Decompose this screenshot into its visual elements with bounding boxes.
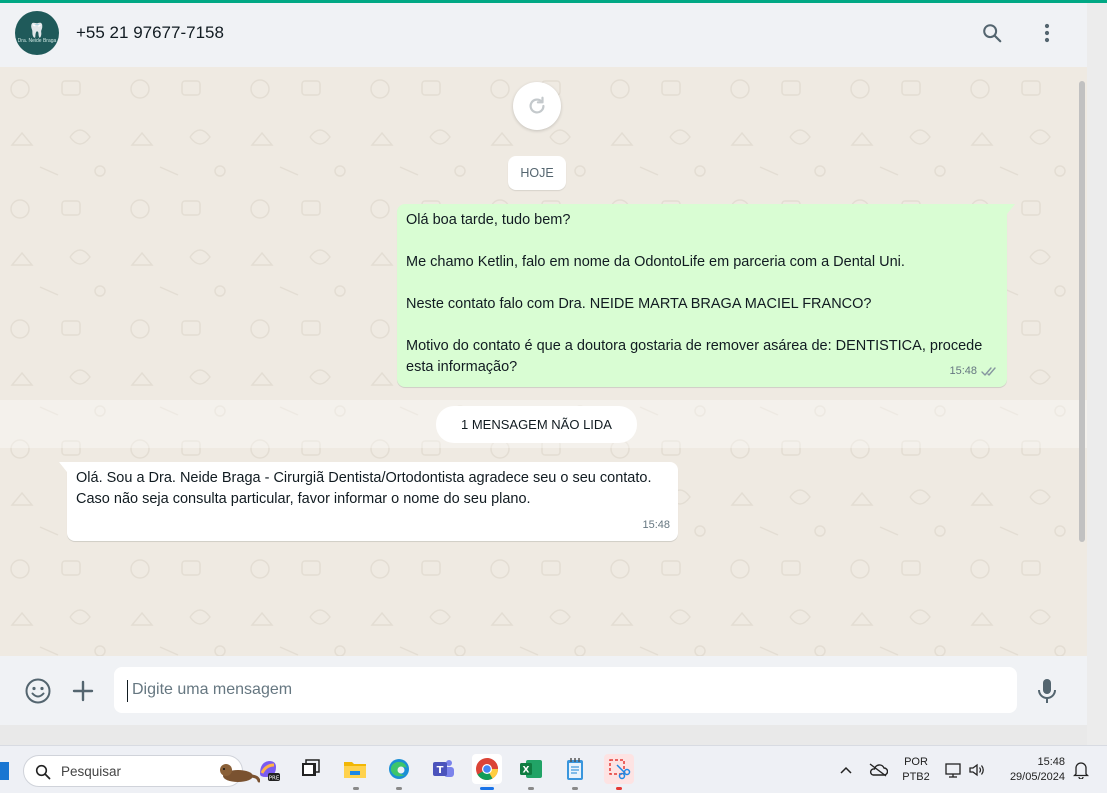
message-text: Caso não seja consulta particular, favor… (76, 491, 531, 507)
svg-text:X: X (523, 766, 530, 776)
taskbar-app-excel[interactable]: X (516, 754, 546, 784)
bubble-tail (1007, 204, 1015, 214)
svg-text:T: T (437, 765, 444, 776)
voice-message-button[interactable] (1032, 676, 1062, 706)
language-code: POR (904, 756, 928, 768)
taskbar-app-snipping-tool[interactable] (604, 754, 634, 784)
copilot-icon: PRE (260, 761, 280, 782)
window-edge (1087, 3, 1107, 745)
message-text: Neste contato falo com Dra. NEIDE MARTA … (406, 296, 872, 312)
onedrive-status[interactable] (866, 746, 890, 793)
folder-icon (344, 762, 366, 778)
message-meta: 15:48 (949, 361, 999, 382)
notifications-button[interactable] (1070, 746, 1092, 793)
app-active-indicator (480, 787, 494, 790)
refresh-icon (529, 96, 545, 114)
clock-time: 15:48 (1037, 756, 1065, 768)
bubble-tail (59, 462, 67, 472)
double-check-icon (981, 367, 996, 376)
emoji-button[interactable] (23, 676, 53, 706)
search-icon (983, 24, 1002, 43)
input-language[interactable]: POR PTB2 (897, 755, 935, 785)
message-composer (0, 656, 1087, 725)
network-status[interactable] (942, 746, 966, 793)
taskbar-app-teams[interactable]: T (428, 754, 458, 784)
microphone-icon (1038, 679, 1056, 703)
more-vertical-icon (1044, 23, 1050, 43)
app-running-indicator (528, 787, 534, 790)
taskbar-app-edge[interactable] (384, 754, 414, 784)
taskbar-search-label: Pesquisar (61, 764, 122, 779)
taskbar-app-file-explorer[interactable] (340, 754, 370, 784)
avatar[interactable]: 🦷 Dra. Neide Braga (15, 11, 59, 55)
app-running-indicator (353, 787, 359, 790)
chevron-up-icon (840, 766, 852, 774)
chrome-icon (476, 758, 498, 780)
app-running-indicator (616, 787, 622, 790)
message-text: Motivo do contato é que a doutora gostar… (406, 338, 983, 375)
attach-button[interactable] (68, 676, 98, 706)
message-text: Me chamo Ketlin, falo em nome da OdontoL… (406, 254, 905, 270)
windows-taskbar: Pesquisar PRE T X POR PTB2 15:48 29/05/2… (0, 745, 1107, 793)
network-icon (945, 763, 961, 778)
task-view-icon (302, 759, 320, 776)
menu-button[interactable] (1033, 19, 1061, 47)
taskbar-app-notepad[interactable] (560, 754, 590, 784)
unread-label: 1 MENSAGEM NÃO LIDA (436, 406, 637, 443)
emoji-icon (25, 678, 51, 704)
snipping-tool-icon (609, 759, 631, 780)
taskbar-app-chrome[interactable] (472, 754, 502, 784)
scrollbar-thumb[interactable] (1079, 81, 1085, 542)
refresh-button[interactable] (513, 82, 561, 130)
speaker-icon (969, 763, 984, 777)
bell-icon (1073, 762, 1089, 779)
text-caret (127, 680, 128, 702)
message-time: 15:48 (642, 519, 670, 531)
message-text: Olá. Sou a Dra. Neide Braga - Cirurgiã D… (76, 470, 652, 486)
taskbar-search[interactable]: Pesquisar (23, 755, 260, 787)
contact-name[interactable]: +55 21 97677-7158 (76, 23, 224, 43)
app-running-indicator (572, 787, 578, 790)
conversation-panel[interactable]: HOJE Olá boa tarde, tudo bem? Me chamo K… (0, 67, 1087, 656)
app-running-indicator (396, 787, 402, 790)
outgoing-message[interactable]: Olá boa tarde, tudo bem? Me chamo Ketlin… (397, 204, 1015, 387)
taskbar-app-copilot[interactable]: PRE (253, 754, 283, 784)
whatsapp-window: 🦷 Dra. Neide Braga +55 21 97677-7158 HOJ… (0, 3, 1087, 725)
avatar-label: Dra. Neide Braga (17, 37, 57, 44)
search-icon (35, 764, 51, 780)
clock-date: 29/05/2024 (1009, 771, 1065, 783)
tooth-icon: 🦷 (28, 21, 46, 38)
cloud-offline-icon (869, 763, 888, 777)
message-text: Olá boa tarde, tudo bem? (406, 212, 571, 228)
start-button[interactable] (0, 762, 9, 780)
show-hidden-icons-button[interactable] (836, 746, 856, 793)
edge-icon (389, 759, 409, 779)
notepad-icon (567, 758, 583, 780)
taskbar-clock[interactable]: 15:48 29/05/2024 (995, 755, 1065, 785)
message-input[interactable] (114, 667, 1017, 713)
search-button[interactable] (978, 19, 1006, 47)
keyboard-layout: PTB2 (902, 771, 930, 783)
incoming-message[interactable]: Olá. Sou a Dra. Neide Braga - Cirurgiã D… (59, 462, 678, 541)
excel-icon: X (520, 760, 542, 778)
plus-icon (72, 680, 94, 702)
teams-icon: T (433, 760, 454, 777)
svg-text:PRE: PRE (269, 776, 280, 782)
chat-header: 🦷 Dra. Neide Braga +55 21 97677-7158 (0, 3, 1087, 67)
volume-control[interactable] (966, 746, 988, 793)
message-time: 15:48 (949, 365, 977, 377)
taskbar-app-task-view[interactable] (295, 754, 325, 784)
date-chip: HOJE (508, 156, 566, 190)
